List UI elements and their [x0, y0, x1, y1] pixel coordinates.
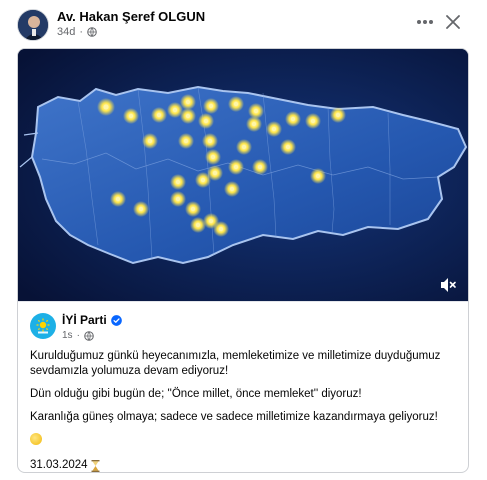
video-player[interactable]: [18, 49, 468, 301]
dot-separator: ·: [79, 26, 84, 38]
sun-emoji-line: [30, 433, 460, 450]
post-paragraph: Kurulduğumuz günkü heyecanımızla, memlek…: [30, 350, 441, 377]
post-date: 31.03.2024: [30, 459, 88, 471]
page-name-row: İYİ Parti: [62, 313, 122, 327]
close-icon: [446, 15, 460, 29]
avatar-photo-icon: [18, 10, 48, 40]
post-paragraph: Karanlığa güneş olmaya; sadece ve sadece…: [30, 411, 438, 423]
page-avatar[interactable]: [30, 313, 56, 339]
more-horizontal-icon: [417, 20, 433, 24]
shared-post-time[interactable]: 1s: [62, 330, 73, 341]
hourglass-icon: [91, 459, 100, 472]
mute-toggle-button[interactable]: [438, 275, 458, 295]
post-meta: 34d ·: [57, 26, 97, 38]
muted-speaker-icon: [441, 278, 456, 292]
author-name[interactable]: Av. Hakan Şeref OLGUN: [57, 9, 205, 24]
globe-icon: [87, 27, 97, 37]
turkey-map-illustration: [18, 49, 468, 301]
post-header: Av. Hakan Şeref OLGUN 34d ·: [0, 0, 487, 46]
date-line: 31.03.2024: [30, 458, 460, 472]
verified-badge-icon: [110, 314, 122, 326]
post-paragraph: Dün olduğu gibi bugün de; ''Önce millet,…: [30, 388, 362, 400]
sun-logo-icon: [36, 318, 50, 334]
shared-post-card[interactable]: İYİ Parti 1s · Kurulduğumuz günkü heyeca…: [17, 48, 469, 473]
globe-icon: [84, 330, 94, 341]
page-name[interactable]: İYİ Parti: [62, 313, 107, 327]
close-button[interactable]: [440, 9, 466, 35]
shared-post-header: İYİ Parti 1s ·: [18, 301, 468, 345]
sun-emoji-icon: [30, 433, 42, 445]
shared-post-body: Kurulduğumuz günkü heyecanımızla, memlek…: [30, 349, 460, 472]
author-avatar[interactable]: [17, 9, 49, 41]
dot-separator: ·: [76, 330, 80, 341]
shared-post-meta: 1s ·: [62, 330, 94, 341]
more-options-button[interactable]: [412, 9, 438, 35]
post-time[interactable]: 34d: [57, 26, 75, 38]
